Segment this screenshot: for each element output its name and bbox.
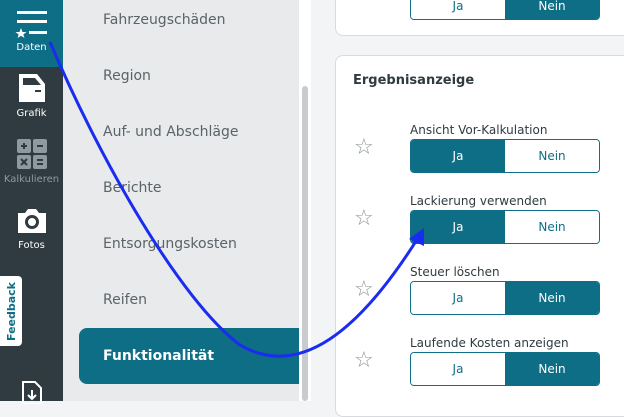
menu-list-icon xyxy=(15,11,47,38)
menu-item-reifen[interactable]: Reifen xyxy=(79,272,299,328)
toggle-no-button[interactable]: Nein xyxy=(505,282,599,314)
toggle-yes-button[interactable]: Ja xyxy=(411,0,505,19)
car-door-icon xyxy=(18,74,45,102)
menu-item-funktionalitaet[interactable]: Funktionalität xyxy=(79,328,299,384)
setting-row: ☆ Steuer löschen Ja Nein xyxy=(336,265,624,335)
rail-label: Grafik xyxy=(16,108,47,119)
rail-item-daten[interactable]: Daten xyxy=(0,0,63,67)
previous-card: Ja Nein xyxy=(335,0,624,36)
setting-label: Ansicht Vor-Kalkulation xyxy=(410,123,548,137)
menu-scrollbar[interactable] xyxy=(299,0,311,401)
menu-item-auf-abschlaege[interactable]: Auf- und Abschläge xyxy=(79,104,299,160)
setting-row: ☆ Lackierung verwenden Ja Nein xyxy=(336,194,624,264)
menu-item-fahrzeugschaeden[interactable]: Fahrzeugschäden xyxy=(79,0,299,48)
toggle-yes-button[interactable]: Ja xyxy=(411,282,505,314)
icon-rail: Daten Grafik Kalkulieren Fotos Feedback xyxy=(0,0,63,404)
menu-item-entsorgungskosten[interactable]: Entsorgungskosten xyxy=(79,216,299,272)
toggle-no-button[interactable]: Nein xyxy=(505,211,599,243)
setting-label: Steuer löschen xyxy=(410,265,500,279)
rail-label: Fotos xyxy=(18,240,45,251)
document-download-icon[interactable] xyxy=(19,380,45,404)
toggle-yes-button[interactable]: Ja xyxy=(411,353,505,385)
setting-label: Lackierung verwenden xyxy=(410,194,547,208)
setting-row: ☆ Laufende Kosten anzeigen Ja Nein xyxy=(336,336,624,406)
content-area: Ja Nein Ergebnisanzeige ☆ Ansicht Vor-Ka… xyxy=(311,0,624,417)
camera-icon xyxy=(17,209,46,233)
star-icon[interactable]: ☆ xyxy=(354,348,374,373)
settings-menu: Fahrzeugschäden Region Auf- und Abschläg… xyxy=(63,0,299,401)
toggle-yes-button[interactable]: Ja xyxy=(411,211,505,243)
toggle-no-button[interactable]: Nein xyxy=(505,140,599,172)
star-icon[interactable]: ☆ xyxy=(354,206,374,231)
ergebnisanzeige-card: Ergebnisanzeige ☆ Ansicht Vor-Kalkulatio… xyxy=(335,55,624,417)
rail-item-kalkulieren[interactable]: Kalkulieren xyxy=(0,138,63,198)
feedback-label: Feedback xyxy=(4,281,18,341)
yes-no-toggle: Ja Nein xyxy=(410,281,600,315)
toggle-no-button[interactable]: Nein xyxy=(505,0,599,19)
setting-label: Laufende Kosten anzeigen xyxy=(410,336,569,350)
setting-row: ☆ Ansicht Vor-Kalkulation Ja Nein xyxy=(336,123,624,193)
yes-no-toggle: Ja Nein xyxy=(410,139,600,173)
section-title: Ergebnisanzeige xyxy=(353,73,475,88)
top-toggle: Ja Nein xyxy=(410,0,600,20)
menu-item-berichte[interactable]: Berichte xyxy=(79,160,299,216)
star-icon[interactable]: ☆ xyxy=(354,135,374,160)
calculator-icon xyxy=(16,139,47,169)
yes-no-toggle: Ja Nein xyxy=(410,352,600,386)
star-icon[interactable]: ☆ xyxy=(354,277,374,302)
scrollbar-thumb[interactable] xyxy=(302,86,308,401)
yes-no-toggle: Ja Nein xyxy=(410,210,600,244)
rail-label: Kalkulieren xyxy=(3,174,60,185)
rail-label: Daten xyxy=(16,42,47,53)
feedback-tab[interactable]: Feedback xyxy=(0,276,22,346)
toggle-yes-button[interactable]: Ja xyxy=(411,140,505,172)
toggle-no-button[interactable]: Nein xyxy=(505,353,599,385)
rail-item-fotos[interactable]: Fotos xyxy=(0,206,63,266)
rail-item-grafik[interactable]: Grafik xyxy=(0,72,63,132)
menu-item-region[interactable]: Region xyxy=(79,48,299,104)
